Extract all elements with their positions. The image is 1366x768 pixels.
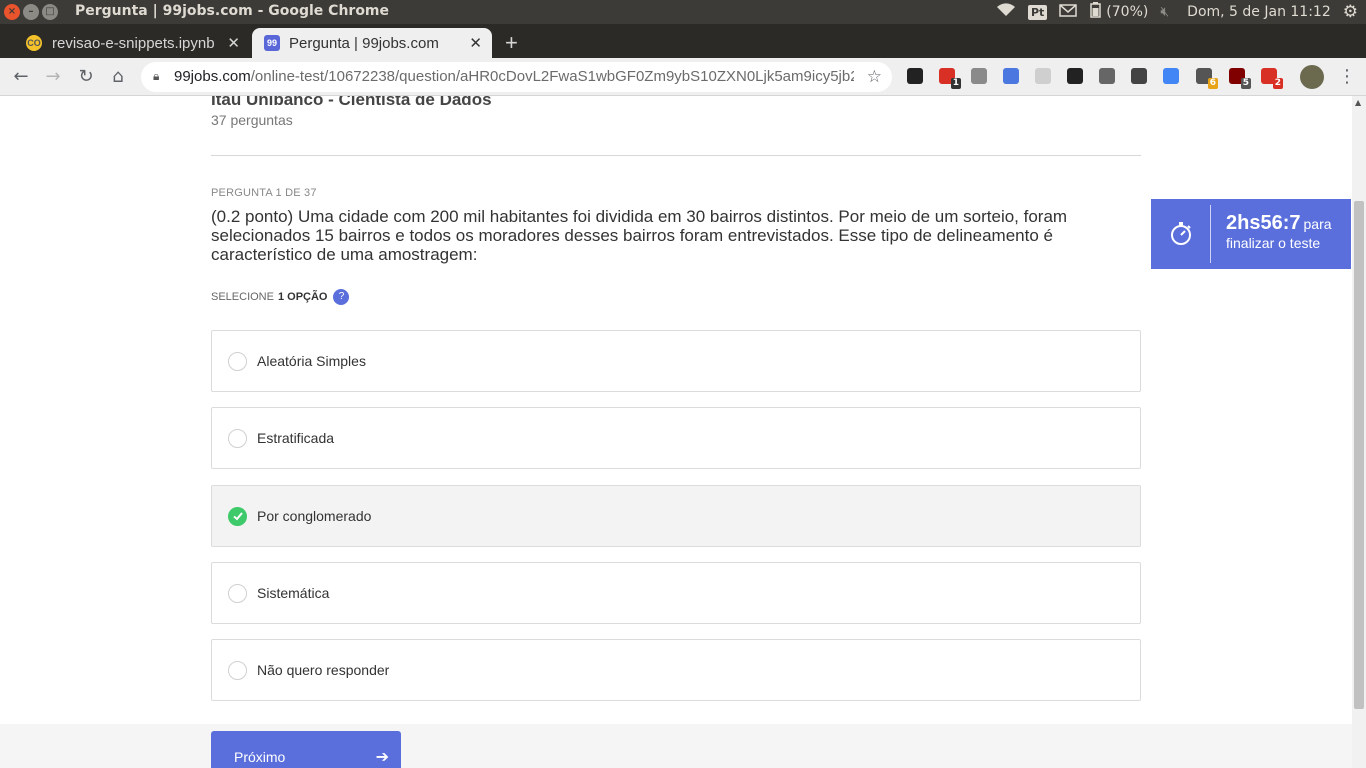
plane-ext-icon[interactable]: 6 (1196, 68, 1218, 89)
extension-badge: 5 (1240, 78, 1251, 89)
answer-option[interactable]: Estratificada (211, 407, 1141, 469)
tab-close-icon[interactable]: ✕ (469, 34, 482, 52)
gnome-ext-icon[interactable] (1067, 68, 1083, 84)
answer-option-label: Estratificada (257, 430, 335, 446)
cloud-ext-icon[interactable] (1099, 68, 1115, 84)
stopwatch-icon (1171, 222, 1191, 245)
answer-option-label: Não quero responder (257, 662, 390, 678)
page-scrollbar[interactable]: ▲ (1352, 96, 1366, 768)
timer-subtitle: finalizar o teste (1226, 235, 1321, 251)
question-text: (0.2 ponto) Uma cidade com 200 mil habit… (211, 207, 1068, 264)
question-counter: PERGUNTA 1 DE 37 (211, 187, 317, 199)
battery-icon (1089, 2, 1103, 22)
window-close-button[interactable]: × (4, 4, 20, 20)
timer-panel: 2hs56:7 para finalizar o teste (1151, 199, 1351, 269)
back-icon[interactable]: ← (10, 66, 32, 88)
tex-ext-icon[interactable] (1035, 68, 1051, 84)
tab-pergunta[interactable]: 99 Pergunta | 99jobs.com ✕ (252, 28, 492, 58)
clock[interactable]: Dom, 5 de Jan 11:12 (1187, 4, 1331, 20)
camera-ext-icon[interactable] (971, 68, 987, 84)
browser-toolbar: ← → ↻ ⌂ 🔒︎ 99jobs.com/online-test/106722… (0, 58, 1366, 96)
footer-band (0, 724, 1352, 768)
tab-title: revisao-e-snippets.ipynb (52, 34, 215, 52)
scrollbar-thumb[interactable] (1354, 201, 1364, 709)
battery-percent: (70%) (1106, 4, 1149, 20)
tab-notebook[interactable]: CO revisao-e-snippets.ipynb ✕ (10, 28, 250, 58)
answer-option[interactable]: Por conglomerado (211, 485, 1141, 547)
window-title: Pergunta | 99jobs.com - Google Chrome (75, 3, 390, 19)
volume-muted-icon[interactable]: 🔇︎ (1160, 4, 1169, 20)
os-top-bar: × – □ Pergunta | 99jobs.com - Google Chr… (0, 0, 1366, 24)
markdown-ext-icon[interactable] (1131, 68, 1147, 84)
page-content: Itaú Unibanco - Cientista de Dados 37 pe… (0, 96, 1352, 768)
calendar-ext-icon[interactable]: 1 (939, 68, 961, 89)
adblock-ext-icon[interactable]: 2 (1261, 68, 1283, 89)
forward-icon[interactable]: → (42, 66, 64, 88)
window-minimize-button[interactable]: – (23, 4, 39, 20)
scroll-up-icon[interactable]: ▲ (1355, 98, 1361, 107)
mail-icon[interactable] (1059, 3, 1078, 21)
timer-remaining: 2hs56:7 para (1226, 212, 1332, 234)
select-hint-prefix: SELECIONE (211, 291, 274, 303)
keyboard-layout-indicator[interactable]: Pt (1027, 4, 1048, 20)
window-maximize-button[interactable]: □ (42, 4, 58, 20)
test-question-count: 37 perguntas (211, 112, 293, 128)
test-title: Itaú Unibanco - Cientista de Dados (211, 96, 492, 109)
url-text[interactable]: 99jobs.com/online-test/10672238/question… (174, 68, 854, 85)
answer-option-label: Sistemática (257, 585, 330, 601)
select-hint-count: 1 OPÇÃO (277, 291, 328, 303)
radio-button[interactable] (228, 428, 247, 448)
profile-avatar[interactable] (1300, 65, 1324, 89)
system-tray: Pt (70%) 🔇︎ Dom, 5 de Jan 11:12 ⚙ (996, 0, 1358, 24)
translate-ext-icon[interactable] (1003, 68, 1019, 84)
help-icon[interactable]: ? (333, 289, 350, 305)
divider (211, 155, 1141, 156)
radio-checked-icon[interactable] (228, 506, 247, 526)
extension-badge: 1 (950, 78, 961, 89)
select-hint: SELECIONE 1 OPÇÃO ? (211, 289, 350, 305)
answer-option[interactable]: Não quero responder (211, 639, 1141, 701)
tab-strip: CO revisao-e-snippets.ipynb ✕ 99 Pergunt… (0, 24, 1366, 58)
answer-option[interactable]: Sistemática (211, 562, 1141, 624)
radio-button[interactable] (228, 351, 247, 371)
timer-separator (1210, 205, 1211, 263)
extension-badge: 2 (1272, 78, 1283, 89)
square-ext-icon[interactable] (907, 68, 923, 84)
ublock-ext-icon[interactable]: 5 (1229, 68, 1251, 89)
next-button[interactable]: Próximo ➔ (211, 731, 401, 768)
home-icon[interactable]: ⌂ (107, 66, 129, 88)
arrow-right-icon: ➔ (375, 749, 389, 766)
bookmark-star-icon[interactable]: ☆ (867, 67, 882, 87)
window-controls: × – □ (4, 4, 58, 20)
colab-favicon-icon: CO (26, 35, 42, 51)
answer-option[interactable]: Aleatória Simples (211, 330, 1141, 392)
extension-badge: 6 (1207, 78, 1218, 89)
google-ext-icon[interactable] (1163, 68, 1179, 84)
answer-option-label: Aleatória Simples (257, 353, 366, 369)
chrome-menu-icon[interactable]: ⋮ (1338, 66, 1356, 87)
tab-close-icon[interactable]: ✕ (227, 34, 240, 52)
radio-button[interactable] (228, 660, 247, 680)
radio-button[interactable] (228, 583, 247, 603)
next-button-label: Próximo (234, 749, 286, 765)
reload-icon[interactable]: ↻ (75, 66, 97, 88)
answer-option-label: Por conglomerado (257, 508, 372, 524)
battery-indicator[interactable]: (70%) (1089, 2, 1148, 22)
lock-icon[interactable]: 🔒︎ (153, 69, 159, 84)
new-tab-button[interactable]: + (505, 30, 518, 56)
tab-title: Pergunta | 99jobs.com (289, 34, 439, 52)
wifi-icon[interactable] (996, 3, 1016, 21)
99jobs-favicon-icon: 99 (264, 35, 280, 51)
address-bar[interactable]: 🔒︎ 99jobs.com/online-test/10672238/quest… (141, 62, 892, 92)
settings-gear-icon[interactable]: ⚙ (1343, 2, 1358, 22)
